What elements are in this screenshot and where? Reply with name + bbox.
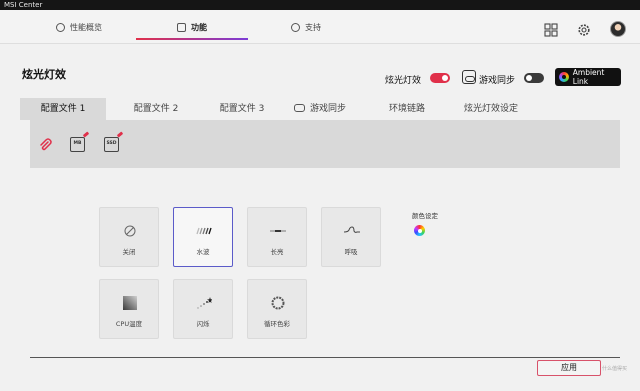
ssd-label: SSD [106, 141, 117, 146]
color-wheel-icon[interactable] [414, 225, 425, 236]
avatar[interactable] [610, 21, 626, 37]
game-sync-toggle[interactable] [524, 73, 544, 83]
effect-steady[interactable]: 长亮 [247, 207, 307, 267]
flashing-icon [197, 297, 212, 309]
effect-label: 闪烁 [196, 320, 210, 328]
off-icon [124, 225, 136, 237]
effect-label: 关闭 [122, 248, 136, 256]
gamepad-icon [293, 104, 305, 112]
tab-support[interactable]: 支持 [291, 18, 321, 36]
effect-wave[interactable]: 水波 [173, 207, 233, 267]
tab-performance-overview[interactable]: 性能概览 [56, 18, 102, 36]
active-tab-indicator [136, 38, 248, 40]
ssd-icon[interactable]: SSD [104, 137, 119, 152]
watermark: 什么值得买 [602, 366, 628, 372]
tab-mystic-light-settings[interactable]: 炫光灯效设定 [456, 98, 526, 120]
effect-breathing[interactable]: 呼吸 [321, 207, 381, 267]
tab-features[interactable]: 功能 [177, 18, 207, 36]
link-icon[interactable] [38, 136, 54, 152]
tab-profile-1[interactable]: 配置文件 1 [20, 98, 106, 120]
tab-label: 游戏同步 [309, 104, 346, 114]
effect-label: 循环色彩 [264, 320, 290, 328]
effect-flashing[interactable]: 闪烁 [173, 279, 233, 339]
tab-label: 性能概览 [70, 22, 102, 32]
ambient-link-label: Ambient Link [572, 68, 605, 86]
color-settings-title: 颜色设定 [412, 212, 438, 220]
effect-cpu-temp[interactable]: CPU温度 [99, 279, 159, 339]
ambient-link-icon [559, 72, 569, 82]
mystic-light-label: 炫光灯效 [385, 76, 422, 86]
mystic-light-toggle[interactable] [430, 73, 450, 83]
tab-game-sync[interactable]: 游戏同步 [288, 98, 352, 120]
divider [30, 357, 620, 358]
tab-label: 支持 [305, 22, 321, 32]
page-title: 炫光灯效 [22, 68, 66, 81]
effect-label: 水波 [196, 248, 210, 256]
window-title: MSI Center [0, 0, 640, 10]
tab-label: 功能 [191, 22, 207, 32]
tab-profile-2[interactable]: 配置文件 2 [114, 98, 198, 120]
profile-tabs: 配置文件 1 配置文件 2 配置文件 3 游戏同步 环境链路 炫光灯效设定 [20, 98, 620, 120]
effect-label: CPU温度 [115, 320, 143, 328]
breathing-icon [344, 226, 360, 233]
game-sync-label: 游戏同步 [479, 76, 516, 86]
ambient-link-button[interactable]: Ambient Link [555, 68, 621, 86]
effect-label: 呼吸 [344, 248, 358, 256]
wave-icon [196, 227, 212, 235]
gamepad-icon [462, 70, 476, 84]
cpu-temp-icon [123, 296, 137, 310]
device-bar: MB SSD [30, 120, 620, 168]
tab-ambient-link[interactable]: 环境链路 [372, 98, 442, 120]
effect-label: 长亮 [270, 248, 284, 256]
tab-profile-3[interactable]: 配置文件 3 [200, 98, 284, 120]
main-panel: 炫光灯效 炫光灯效 游戏同步 Ambient Link 配置文件 1 配置文件 … [0, 44, 640, 391]
gauge-icon [56, 22, 65, 32]
color-cycle-icon [271, 296, 285, 310]
gear-icon[interactable] [577, 23, 591, 37]
grid-icon[interactable] [544, 23, 558, 37]
info-icon [291, 22, 300, 32]
mb-label: MB [73, 141, 82, 146]
feature-icon [177, 22, 186, 32]
effect-color-cycle[interactable]: 循环色彩 [247, 279, 307, 339]
effect-off[interactable]: 关闭 [99, 207, 159, 267]
top-navigation: 性能概览 功能 支持 [0, 10, 640, 44]
apply-button[interactable]: 应用 [537, 360, 601, 376]
steady-icon [270, 230, 286, 232]
mb-icon[interactable]: MB [70, 137, 85, 152]
